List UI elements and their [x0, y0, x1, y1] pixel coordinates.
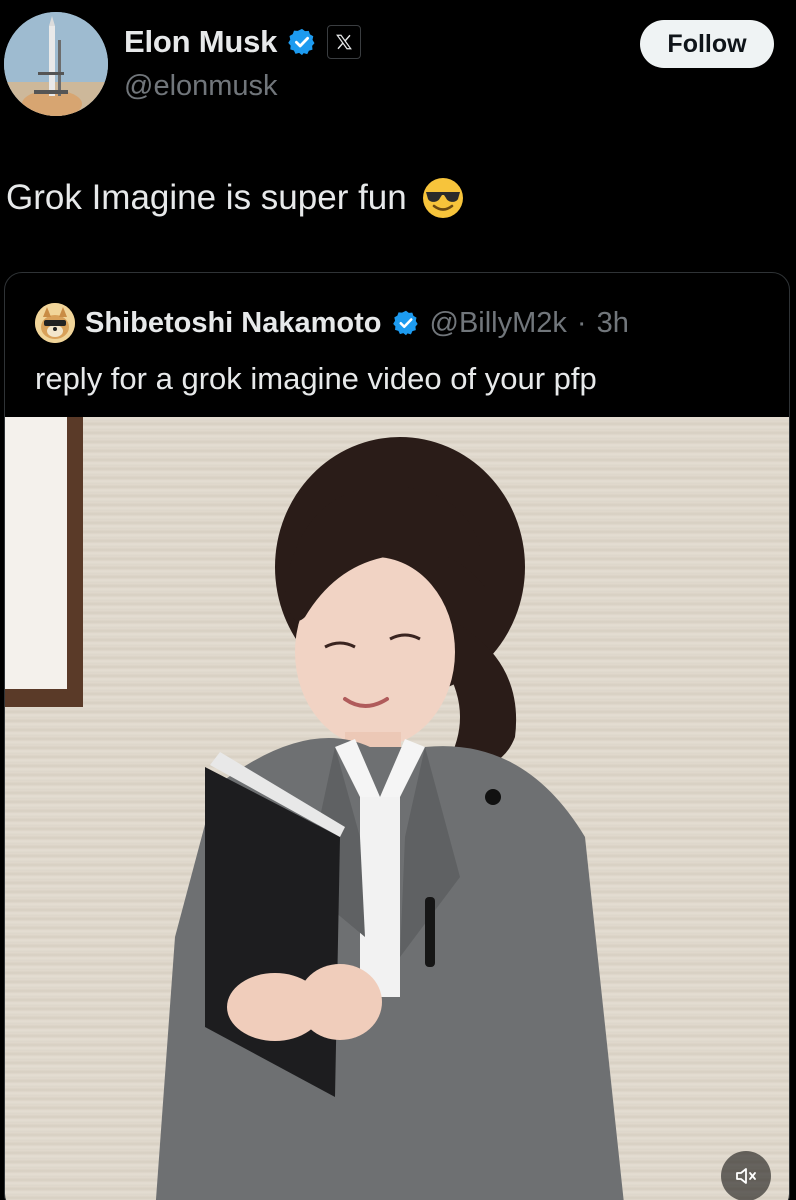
- x-logo-icon: [336, 34, 353, 50]
- quoted-author-handle[interactable]: @BillyM2k: [430, 307, 567, 340]
- quoted-tweet-text: reply for a grok imagine video of your p…: [35, 361, 597, 396]
- separator-dot: ·: [576, 306, 587, 339]
- quoted-tweet-card[interactable]: Shibetoshi Nakamoto @BillyM2k · 3h reply…: [4, 272, 790, 1200]
- volume-muted-icon: [736, 1168, 756, 1184]
- follow-button[interactable]: Follow: [640, 20, 774, 68]
- quoted-author-name[interactable]: Shibetoshi Nakamoto: [85, 307, 382, 340]
- sunglasses-emoji-icon: [422, 178, 463, 218]
- verified-badge-icon[interactable]: [287, 27, 317, 57]
- x-affiliation-badge[interactable]: [327, 25, 362, 59]
- doge-avatar-icon: [35, 303, 75, 343]
- tweet-text: Grok Imagine is super fun: [6, 176, 465, 220]
- author-name-row: Elon Musk: [124, 24, 362, 60]
- verified-badge-icon[interactable]: [392, 309, 420, 337]
- video-frame: [5, 417, 624, 1200]
- quoted-tweet-time[interactable]: 3h: [597, 307, 629, 340]
- rocket-launch-avatar-icon: [4, 12, 108, 116]
- video-player[interactable]: [5, 417, 789, 1200]
- author-display-name[interactable]: Elon Musk: [124, 24, 277, 60]
- author-handle[interactable]: @elonmusk: [124, 70, 278, 103]
- quoted-author-avatar[interactable]: [35, 303, 75, 343]
- quoted-tweet-header: Shibetoshi Nakamoto @BillyM2k · 3h: [35, 303, 629, 343]
- author-avatar[interactable]: [4, 12, 108, 116]
- mute-toggle-button[interactable]: [721, 1151, 771, 1200]
- tweet-body: Grok Imagine is super fun: [6, 178, 407, 217]
